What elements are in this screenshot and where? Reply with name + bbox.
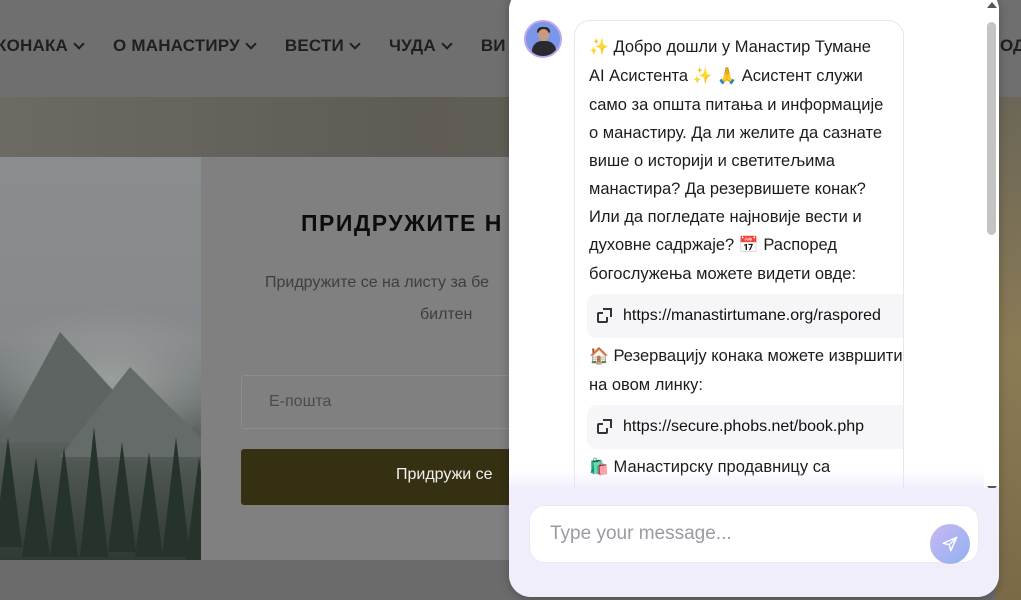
- forest-mountain-image: [0, 157, 201, 560]
- schedule-link[interactable]: https://manastirtumane.org/raspored: [587, 294, 903, 338]
- praying-hands-icon: 🙏: [717, 68, 738, 85]
- booking-link[interactable]: https://secure.phobs.net/book.php: [587, 405, 903, 449]
- message-input[interactable]: Type your message...: [529, 505, 979, 563]
- chevron-down-icon: [441, 37, 453, 50]
- newsletter-form: ПРИДРУЖИТЕ Н Придружите се на листу за б…: [201, 157, 561, 560]
- avatar-face: [538, 29, 549, 41]
- chevron-down-icon: [245, 37, 257, 50]
- assistant-message: ✨ Добро дошли у Манастир Тумане AI Асист…: [574, 20, 904, 488]
- nav-item-lodging[interactable]: КОНАКА: [0, 36, 85, 56]
- send-button[interactable]: [930, 524, 970, 564]
- nav-item-right-partial[interactable]: ОД: [1000, 36, 1021, 56]
- link-url[interactable]: https://secure.phobs.net/book.php: [623, 418, 864, 436]
- external-link-icon: [597, 308, 612, 323]
- booking-text: Резервацију конака можете извршити на ов…: [589, 347, 903, 394]
- nav-label: ЧУДА: [388, 36, 436, 55]
- nav-item-about[interactable]: О МАНАСТИРУ: [113, 36, 257, 56]
- chat-widget: ✨ Добро дошли у Манастир Тумане AI Асист…: [509, 0, 999, 597]
- nav-label: КОНАКА: [0, 36, 69, 55]
- link-url[interactable]: https://manastirtumane.org/raspored: [623, 307, 881, 325]
- nav-item-news[interactable]: ВЕСТИ: [284, 36, 361, 56]
- scroll-up-arrow-icon[interactable]: [987, 2, 997, 8]
- chat-scrollbar[interactable]: [984, 0, 999, 495]
- chevron-down-icon: [349, 37, 361, 50]
- newsletter-title: ПРИДРУЖИТЕ Н: [301, 210, 503, 236]
- nav-item-partial[interactable]: ВИ: [481, 36, 506, 56]
- tree: [50, 447, 78, 557]
- chat-footer: Type your message...: [509, 488, 999, 597]
- assistant-avatar: [524, 20, 562, 58]
- nav-label: ВИ: [480, 36, 506, 55]
- newsletter-popup: ПРИДРУЖИТЕ Н Придружите се на листу за б…: [0, 157, 561, 560]
- chat-message-list[interactable]: ✨ Добро дошли у Манастир Тумане AI Асист…: [509, 0, 999, 488]
- tree: [135, 452, 163, 557]
- tree: [22, 457, 50, 557]
- external-link-icon: [597, 419, 612, 434]
- message-input-placeholder: Type your message...: [550, 523, 732, 544]
- main-nav: КОНАКА О МАНАСТИРУ ВЕСТИ ЧУДА ВИ: [0, 36, 536, 56]
- message-text: 🏠 Резервацију конака можете извршити на …: [589, 342, 903, 399]
- calendar-icon: 📅: [738, 237, 759, 254]
- scroll-fade: [509, 470, 999, 488]
- background-image-edge: [996, 97, 1021, 600]
- tree: [0, 437, 22, 547]
- join-button-label: Придружи се: [396, 466, 493, 483]
- send-icon: [942, 536, 958, 552]
- message-text: ✨ Добро дошли у Манастир Тумане AI Асист…: [589, 33, 889, 288]
- sparkles-icon: ✨: [589, 39, 609, 56]
- nav-label: ВЕСТИ: [284, 36, 344, 55]
- nav-item-miracles[interactable]: ЧУДА: [388, 36, 453, 56]
- sparkles-icon: ✨: [692, 68, 713, 85]
- nav-label: О МАНАСТИРУ: [113, 36, 240, 55]
- chevron-down-icon: [73, 37, 85, 50]
- email-placeholder: Е-пошта: [269, 393, 332, 410]
- tree: [185, 457, 201, 560]
- avatar-body: [532, 41, 556, 56]
- tree: [108, 442, 136, 552]
- tree: [80, 427, 108, 557]
- intro-text: Асистент служи само за општа питања и ин…: [589, 67, 884, 254]
- scrollbar-thumb[interactable]: [987, 22, 996, 235]
- house-icon: 🏠: [589, 348, 609, 365]
- description-line: Придружите се на листу за бе: [265, 274, 490, 291]
